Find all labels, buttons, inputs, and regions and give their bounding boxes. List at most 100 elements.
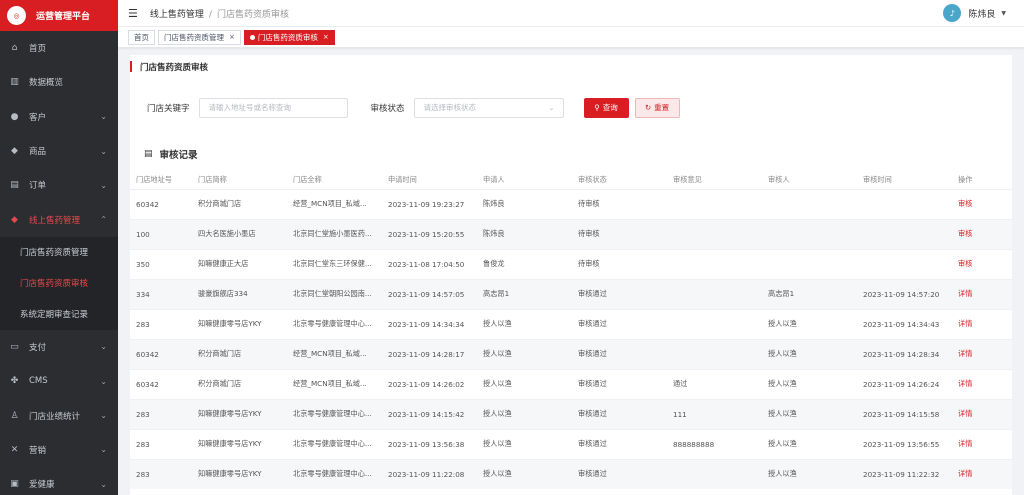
- action-link[interactable]: 详情: [952, 338, 1012, 369]
- tab-qualification-management[interactable]: 门店售药资质管理 ×: [158, 29, 241, 45]
- sidebar-item-product[interactable]: ◆ 商品 ⌄: [0, 134, 118, 168]
- table-cell: 经营_MCN项目_私域...: [287, 338, 382, 369]
- status-select[interactable]: 请选择审核状态 ⌄: [413, 97, 564, 118]
- table-cell: [667, 308, 762, 339]
- diamond-icon: ◆: [11, 214, 18, 225]
- action-link[interactable]: 详情: [952, 398, 1012, 429]
- sidebar-subitem[interactable]: 系统定期审查记录: [0, 298, 118, 330]
- person-icon: ♙: [10, 410, 19, 421]
- table-cell: 2023-11-09 14:57:20: [857, 278, 952, 309]
- sidebar-item-overview[interactable]: ▥ 数据概览: [0, 65, 118, 99]
- wallet-icon: ▭: [10, 341, 19, 352]
- table-cell: 2023-11-09 15:20:55: [382, 218, 477, 249]
- action-link[interactable]: 详情: [952, 278, 1012, 309]
- records-title: ▤ 审核记录: [130, 135, 1012, 172]
- sidebar-item-order[interactable]: ▤ 订单 ⌄: [0, 168, 118, 202]
- table-cell: 2023-11-09 13:56:38: [382, 428, 477, 459]
- menu-toggle-icon[interactable]: ☰: [128, 7, 138, 20]
- sidebar-subitem[interactable]: 门店售药资质管理: [0, 236, 118, 268]
- table-cell: 审核通过: [572, 308, 667, 339]
- table-cell: 111: [667, 398, 762, 429]
- table-cell: 2023-11-09 13:56:55: [857, 428, 952, 459]
- table-cell: 2023-11-09 14:26:24: [857, 368, 952, 399]
- table-cell: 审核通过: [572, 428, 667, 459]
- action-link[interactable]: 审核: [952, 248, 1012, 279]
- chevron-down-icon: ⌄: [100, 146, 107, 156]
- table-cell: 陈炜良: [477, 188, 572, 219]
- table-cell: 待审核: [572, 188, 667, 219]
- chevron-down-icon: ⌄: [100, 479, 107, 489]
- column-header: 审核意见: [673, 175, 702, 185]
- chevron-down-icon: ⌄: [100, 342, 107, 352]
- table-cell: 2023-11-09 14:26:02: [382, 368, 477, 399]
- table-cell: 积分商城门店: [192, 188, 287, 219]
- tab-home[interactable]: 首页: [128, 29, 155, 45]
- brand-logo: ◎: [7, 6, 26, 25]
- table-cell: [667, 248, 762, 279]
- keyword-placeholder: 请输入地址号或名称查询: [208, 103, 292, 112]
- table-cell: 授人以渔: [477, 338, 572, 369]
- table-cell: 经营_MCN项目_私域...: [287, 368, 382, 399]
- table-row: 60342 积分商城门店 经营_MCN项目_私域... 2023-11-09 19:2…: [130, 188, 1012, 219]
- breadcrumb-current: 门店售药资质审核: [216, 9, 289, 20]
- action-link[interactable]: 详情: [952, 368, 1012, 399]
- table-cell: [857, 188, 952, 219]
- table-cell: 高志昂1: [762, 278, 857, 309]
- table-cell: [667, 338, 762, 369]
- table-cell: 待审核: [572, 218, 667, 249]
- action-link[interactable]: 详情: [952, 308, 1012, 339]
- sidebar-item-cms[interactable]: ✤ CMS ⌄: [0, 364, 118, 398]
- sidebar-item-label: 商品: [29, 147, 47, 158]
- sidebar-subitem[interactable]: 门店售药资质审核: [0, 267, 118, 299]
- table-cell: 2023-11-09 14:34:43: [857, 308, 952, 339]
- table-cell: 授人以渔: [477, 458, 572, 489]
- close-icon[interactable]: ×: [229, 33, 235, 41]
- sidebar-nav: ⌂ 首页 ▥ 数据概览 ● 客户 ⌄ ◆ 商品 ⌄ ▤ 订单 ⌄ ◆ 线上售药管理 ⌃ 门店售药资质管理 门店售药…: [0, 31, 118, 495]
- user-menu[interactable]: ♪ 陈炜良 ▼: [943, 4, 1006, 22]
- cross-icon: ✕: [10, 444, 19, 455]
- chevron-down-icon: ⌄: [100, 180, 107, 190]
- action-link[interactable]: 审核: [952, 218, 1012, 249]
- table-cell: 授人以渔: [477, 368, 572, 399]
- sidebar-item-online-drug[interactable]: ◆ 线上售药管理 ⌃: [0, 202, 118, 236]
- keyword-input[interactable]: 请输入地址号或名称查询: [198, 97, 348, 118]
- reset-button[interactable]: ↻ 重置: [634, 97, 680, 118]
- sidebar-item-label: 客户: [29, 112, 47, 123]
- column-header: 申请人: [483, 175, 505, 185]
- sidebar-item-store-performance[interactable]: ♙ 门店业绩统计 ⌄: [0, 398, 118, 432]
- table-cell: 283: [130, 308, 192, 339]
- column-header: 申请时间: [388, 175, 417, 185]
- table-cell: 积分商城门店: [192, 368, 287, 399]
- table-cell: 授人以渔: [762, 428, 857, 459]
- table-cell: 四大名医施小墨店: [192, 218, 287, 249]
- avatar[interactable]: ♪: [943, 4, 962, 22]
- query-button[interactable]: ⚲ 查询: [583, 97, 629, 118]
- sidebar-item-label: 支付: [29, 342, 47, 353]
- sidebar-item-customer[interactable]: ● 客户 ⌄: [0, 100, 118, 134]
- sidebar-item-health[interactable]: ▣ 爱健康 ⌄: [0, 467, 118, 495]
- sidebar-item-payment[interactable]: ▭ 支付 ⌄: [0, 330, 118, 364]
- user-name[interactable]: 陈炜良: [968, 7, 995, 20]
- page-title: 门店售药资质审核: [130, 55, 1012, 78]
- home-icon: ⌂: [11, 43, 18, 54]
- keyword-label: 门店关键字: [147, 103, 190, 114]
- table-cell: 北京同仁堂施小墨医药...: [287, 218, 382, 249]
- breadcrumb-separator: /: [208, 9, 212, 20]
- action-link[interactable]: 详情: [952, 428, 1012, 459]
- close-icon[interactable]: ×: [323, 33, 329, 41]
- table-cell: [762, 248, 857, 279]
- search-icon: ⚲: [594, 103, 600, 112]
- table-cell: 283: [130, 428, 192, 459]
- action-link[interactable]: 审核: [952, 188, 1012, 219]
- breadcrumb-parent[interactable]: 线上售药管理: [150, 10, 204, 20]
- column-header: 审核人: [768, 175, 790, 185]
- action-link[interactable]: 详情: [952, 458, 1012, 489]
- sidebar-item-label: 门店业绩统计: [29, 411, 81, 422]
- active-dot-icon: [249, 34, 255, 40]
- caret-down-icon[interactable]: ▼: [1001, 10, 1006, 17]
- tab-qualification-review[interactable]: 门店售药资质审核 ×: [243, 29, 335, 45]
- sidebar-item-home[interactable]: ⌂ 首页: [0, 31, 118, 65]
- table-cell: 888888888: [667, 428, 762, 459]
- sidebar-item-marketing[interactable]: ✕ 营销 ⌄: [0, 433, 118, 467]
- table-cell: [857, 248, 952, 279]
